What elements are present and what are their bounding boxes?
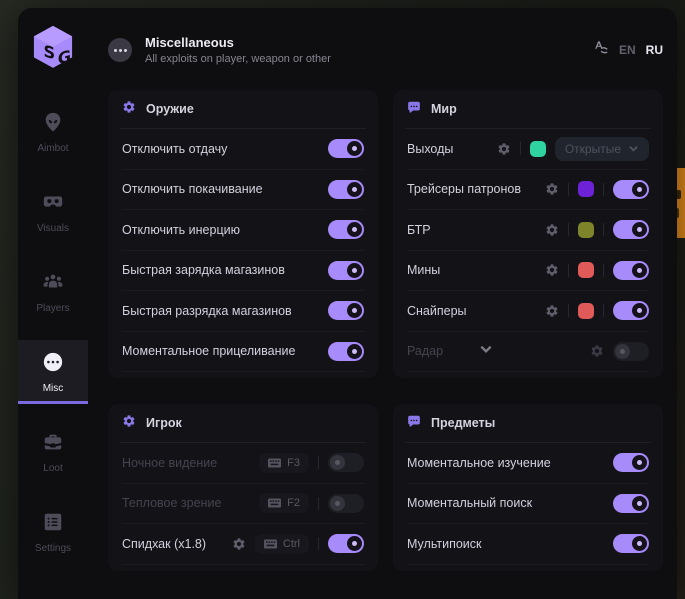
toggle-night-vision[interactable]: [328, 453, 364, 472]
chevron-down-icon: [628, 143, 639, 154]
chevron-down-icon[interactable]: [479, 342, 519, 361]
gear-icon: [122, 414, 136, 433]
section-title: Мир: [431, 102, 457, 116]
row-bullet-tracers: Трейсеры патронов: [407, 170, 649, 211]
color-swatch[interactable]: [578, 222, 594, 238]
row-fast-unload-mags: Быстрая разрядка магазинов: [122, 291, 364, 332]
row-thermal-vision: Тепловое зрение F2: [122, 484, 364, 525]
hotkey-badge[interactable]: Ctrl: [255, 534, 309, 554]
chat-dots-icon: [407, 100, 421, 119]
svg-text:S: S: [43, 42, 55, 64]
toggle-btr[interactable]: [613, 220, 649, 239]
toggle-no-inertia[interactable]: [328, 220, 364, 239]
sidebar: S G Aimbot Visuals Players: [18, 8, 88, 599]
sidebar-item-settings[interactable]: Settings: [18, 500, 88, 564]
main-area: Miscellaneous All exploits on player, we…: [88, 8, 677, 599]
row-instant-ads: Моментальное прицеливание: [122, 332, 364, 373]
row-speedhack: Спидхак (x1.8) Ctrl: [122, 524, 364, 565]
color-swatch[interactable]: [578, 303, 594, 319]
lang-toggle-en[interactable]: EN: [619, 43, 636, 57]
players-icon: [42, 271, 64, 296]
page-ellipsis-avatar-icon: [108, 38, 132, 62]
section-weapon: Оружие Отключить отдачу Отключить покачи…: [108, 90, 378, 378]
translate-icon: [591, 39, 609, 62]
app-logo-cube-icon: S G: [32, 24, 74, 70]
row-no-recoil: Отключить отдачу: [122, 129, 364, 170]
sidebar-item-label: Misc: [43, 383, 64, 394]
section-title: Оружие: [146, 102, 194, 116]
row-instant-examine: Моментальное изучение: [407, 443, 649, 484]
toggle-mines[interactable]: [613, 261, 649, 280]
toggle-instant-ads[interactable]: [328, 342, 364, 361]
toggle-thermal-vision[interactable]: [328, 494, 364, 513]
cheat-menu-window: S G Aimbot Visuals Players: [18, 8, 677, 599]
toggle-snipers[interactable]: [613, 301, 649, 320]
toggle-speedhack[interactable]: [328, 534, 364, 553]
gear-icon: [122, 100, 136, 119]
sidebar-item-label: Settings: [35, 543, 71, 554]
row-mines: Мины: [407, 251, 649, 292]
alien-icon: [42, 111, 64, 136]
sidebar-item-players[interactable]: Players: [18, 260, 88, 324]
sidebar-item-misc[interactable]: Misc: [18, 340, 88, 404]
page-subtitle: All exploits on player, weapon or other: [145, 53, 331, 65]
gear-icon[interactable]: [497, 142, 511, 156]
page-title: Miscellaneous: [145, 35, 331, 50]
gear-icon[interactable]: [545, 263, 559, 277]
hotkey-badge[interactable]: F3: [259, 453, 309, 473]
toggle-instant-examine[interactable]: [613, 453, 649, 472]
gear-icon[interactable]: [545, 304, 559, 318]
section-title: Игрок: [146, 416, 182, 430]
chat-dots-icon: [407, 414, 421, 433]
row-snipers: Снайперы: [407, 291, 649, 332]
row-exits: Выходы Открытые: [407, 129, 649, 170]
section-player: Игрок Ночное видение F3: [108, 404, 378, 571]
keyboard-icon: [264, 539, 277, 549]
row-no-inertia: Отключить инерцию: [122, 210, 364, 251]
exits-dropdown[interactable]: Открытые: [555, 137, 649, 161]
row-fast-load-mags: Быстрая зарядка магазинов: [122, 251, 364, 292]
keyboard-icon: [268, 458, 281, 468]
ellipsis-icon: [42, 351, 64, 376]
toggle-bullet-tracers[interactable]: [613, 180, 649, 199]
row-multi-search: Мультипоиск: [407, 524, 649, 565]
section-world: Мир Выходы Открытые: [393, 90, 663, 378]
toggle-fast-load-mags[interactable]: [328, 261, 364, 280]
toggle-fast-unload-mags[interactable]: [328, 301, 364, 320]
row-radar: Радар: [407, 332, 649, 373]
toggle-radar[interactable]: [613, 342, 649, 361]
toggle-no-recoil[interactable]: [328, 139, 364, 158]
sidebar-item-label: Visuals: [37, 223, 69, 234]
sidebar-item-label: Players: [36, 303, 69, 314]
keyboard-icon: [268, 498, 281, 508]
list-icon: [42, 511, 64, 536]
toggle-no-sway[interactable]: [328, 180, 364, 199]
color-swatch[interactable]: [578, 181, 594, 197]
color-swatch[interactable]: [578, 262, 594, 278]
lang-toggle-ru[interactable]: RU: [646, 43, 663, 57]
row-no-sway: Отключить покачивание: [122, 170, 364, 211]
toggle-instant-search[interactable]: [613, 494, 649, 513]
row-night-vision: Ночное видение F3: [122, 443, 364, 484]
page-header: Miscellaneous All exploits on player, we…: [108, 8, 663, 90]
sidebar-item-label: Aimbot: [37, 143, 68, 154]
row-btr: БТР: [407, 210, 649, 251]
gear-icon[interactable]: [545, 182, 559, 196]
vr-goggles-icon: [42, 191, 64, 216]
toggle-multi-search[interactable]: [613, 534, 649, 553]
section-title: Предметы: [431, 416, 495, 430]
section-items: Предметы Моментальное изучение Моменталь…: [393, 404, 663, 571]
gear-icon[interactable]: [232, 537, 246, 551]
svg-text:G: G: [58, 46, 71, 68]
row-instant-search: Моментальный поиск: [407, 484, 649, 525]
sidebar-item-label: Loot: [43, 463, 62, 474]
sidebar-item-loot[interactable]: Loot: [18, 420, 88, 484]
briefcase-icon: [42, 431, 64, 456]
gear-icon[interactable]: [590, 344, 604, 358]
sidebar-item-visuals[interactable]: Visuals: [18, 180, 88, 244]
gear-icon[interactable]: [545, 223, 559, 237]
hotkey-badge[interactable]: F2: [259, 493, 309, 513]
color-swatch[interactable]: [530, 141, 546, 157]
sidebar-item-aimbot[interactable]: Aimbot: [18, 100, 88, 164]
